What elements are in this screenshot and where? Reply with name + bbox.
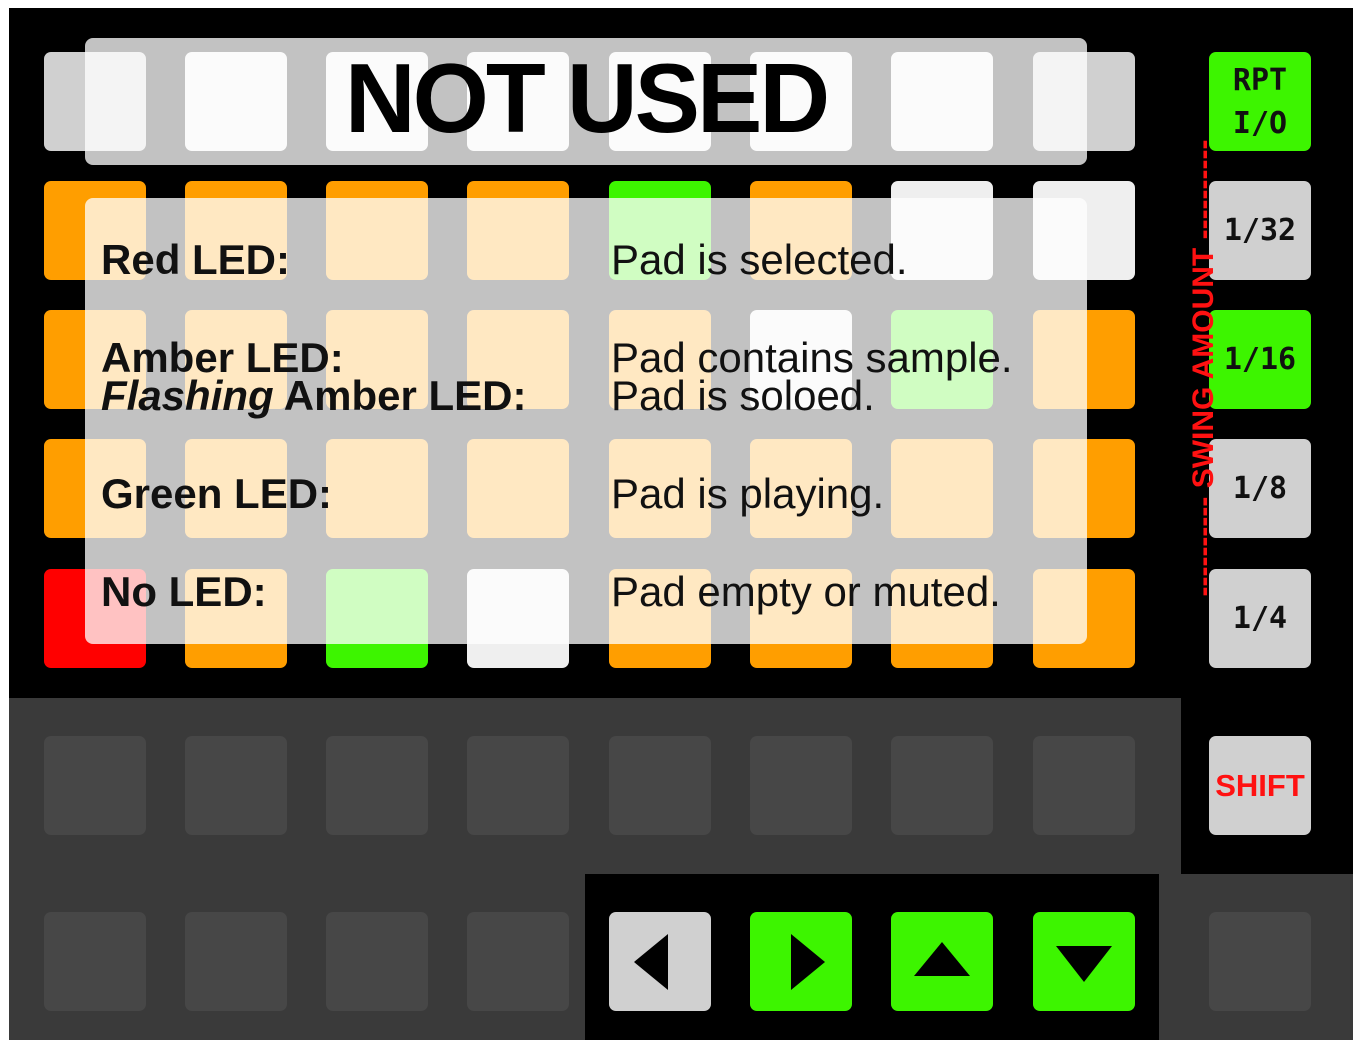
down-arrow-icon bbox=[1056, 945, 1112, 982]
legend-label-red: Red LED: bbox=[101, 236, 290, 283]
inactive-pad bbox=[750, 736, 852, 835]
legend-desc-flashing-amber: Pad is soloed. bbox=[611, 372, 875, 419]
unused-side-button bbox=[1209, 912, 1311, 1011]
up-arrow-icon bbox=[914, 941, 970, 976]
legend-label-flashing-rest: Amber LED: bbox=[273, 372, 527, 419]
not-used-title: NOT USED bbox=[344, 43, 830, 153]
not-used-overlay: NOT USED bbox=[85, 38, 1087, 165]
legend-desc-green: Pad is playing. bbox=[611, 470, 885, 517]
inactive-pad bbox=[44, 736, 146, 835]
shift-button[interactable]: SHIFT bbox=[1209, 736, 1311, 835]
legend-desc-red: Pad is selected. bbox=[611, 236, 908, 283]
inactive-pad bbox=[326, 912, 428, 1011]
legend-desc-none: Pad empty or muted. bbox=[611, 568, 1001, 615]
controller-surface: RPT I/O 1/32 1/16 1/8 1/4 SHIFT --------… bbox=[9, 8, 1353, 1040]
inactive-pad bbox=[185, 736, 287, 835]
legend-label-flashing-amber: Flashing Amber LED: bbox=[101, 372, 527, 420]
inactive-pad bbox=[891, 736, 993, 835]
inactive-pad bbox=[185, 912, 287, 1011]
inactive-pad bbox=[467, 912, 569, 1011]
inactive-pad bbox=[326, 736, 428, 835]
legend-label-none: No LED: bbox=[101, 568, 267, 615]
legend-label-flashing-emphasis: Flashing bbox=[101, 372, 274, 419]
left-arrow-button[interactable] bbox=[609, 912, 711, 1011]
left-arrow-icon bbox=[634, 933, 668, 990]
legend-label-green: Green LED: bbox=[101, 470, 333, 517]
inactive-pad bbox=[609, 736, 711, 835]
swing-amount-label: ---------- SWING AMOUNT ---------- bbox=[1187, 139, 1220, 597]
right-arrow-button[interactable] bbox=[750, 912, 852, 1011]
up-arrow-button[interactable] bbox=[891, 912, 993, 1011]
division-1-4-button[interactable]: 1/4 bbox=[1209, 569, 1311, 668]
inactive-pad bbox=[467, 736, 569, 835]
repeat-toggle-button[interactable]: RPT I/O bbox=[1209, 52, 1311, 151]
inactive-pad bbox=[1033, 736, 1135, 835]
legend-overlay: Red LED: Pad is selected. Amber LED: Pad… bbox=[85, 198, 1087, 644]
inactive-pad bbox=[44, 912, 146, 1011]
division-1-8-button[interactable]: 1/8 bbox=[1209, 439, 1311, 538]
division-1-32-button[interactable]: 1/32 bbox=[1209, 181, 1311, 280]
division-1-16-button[interactable]: 1/16 bbox=[1209, 310, 1311, 409]
right-arrow-icon bbox=[791, 933, 825, 990]
down-arrow-button[interactable] bbox=[1033, 912, 1135, 1011]
